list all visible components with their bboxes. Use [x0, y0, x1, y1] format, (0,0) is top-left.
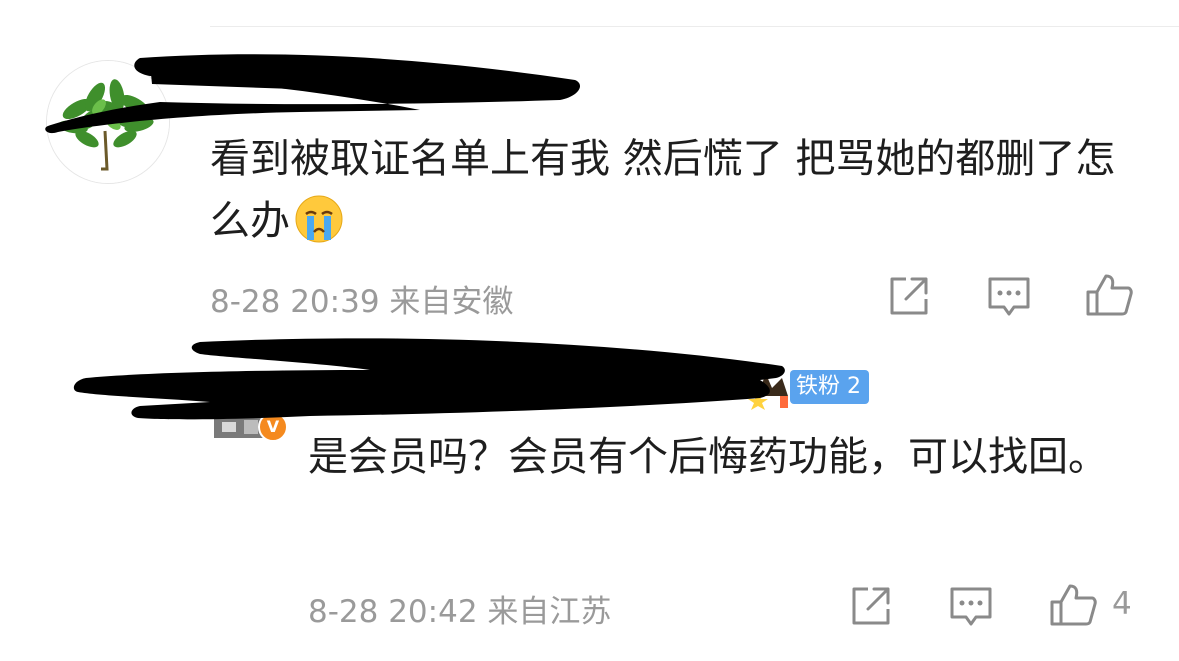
share-icon: [852, 587, 890, 625]
like-count: 4: [1112, 586, 1132, 622]
reply-like-button[interactable]: [1048, 580, 1098, 630]
reply-meta: 8-28 20:42 来自江苏: [308, 586, 611, 631]
comment-date: 8-28 20:39: [210, 284, 380, 320]
comment-text: 看到被取证名单上有我 然后慌了 把骂她的都删了怎么办: [210, 128, 1130, 252]
comment-icon: [950, 587, 992, 626]
reply-location: 来自江苏: [487, 594, 612, 630]
comment-meta: 8-28 20:39 来自安徽: [210, 276, 513, 321]
crying-face-icon: [294, 194, 344, 244]
reply-share-button[interactable]: [846, 581, 896, 631]
reply-text: 是会员吗？会员有个后悔药功能，可以找回。: [308, 426, 1138, 488]
reply-date: 8-28 20:42: [308, 594, 478, 630]
comment-icon: [988, 277, 1030, 316]
fan-level-badge: 铁粉 2: [790, 370, 869, 404]
like-button[interactable]: [1084, 270, 1134, 320]
comment-body: 看到被取证名单上有我 然后慌了 把骂她的都删了怎么办: [210, 136, 1116, 244]
comment-button[interactable]: [984, 271, 1034, 321]
redacted-username: [73, 338, 785, 420]
reply-body: 是会员吗？会员有个后悔药功能，可以找回。: [308, 434, 1108, 480]
reply-comment-button[interactable]: [946, 581, 996, 631]
share-icon: [890, 277, 928, 315]
thumbs-up-icon: [1050, 584, 1097, 626]
comment-location: 来自安徽: [389, 284, 514, 320]
share-button[interactable]: [884, 271, 934, 321]
thumbs-up-icon: [1086, 274, 1133, 316]
top-divider: [210, 26, 1179, 27]
